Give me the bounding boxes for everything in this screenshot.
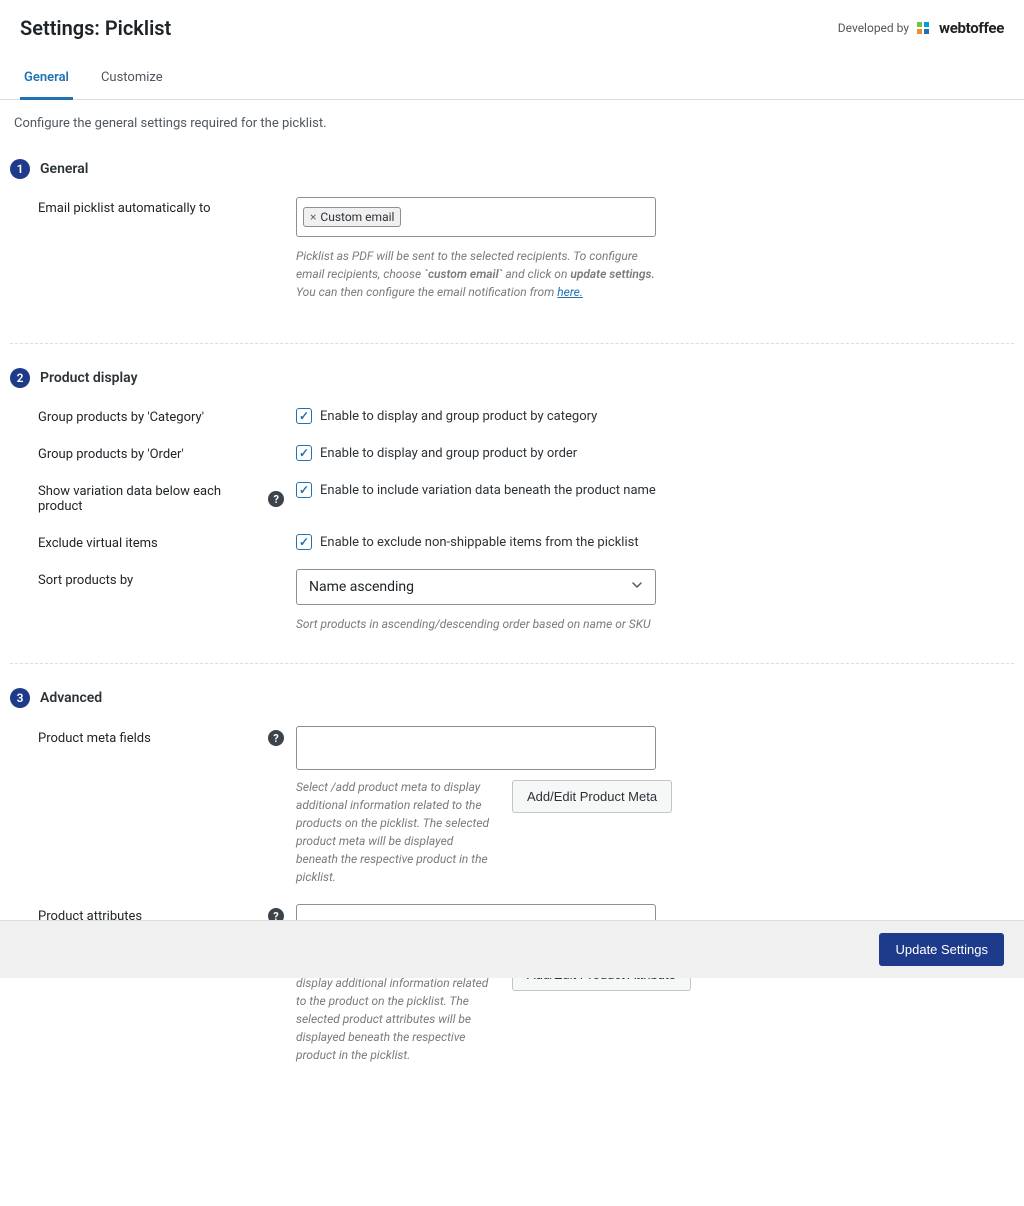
section-advanced: 3 Advanced Product meta fields ? Select … xyxy=(10,663,1014,1106)
select-value: Name ascending xyxy=(309,579,414,595)
label-sort-products: Sort products by xyxy=(38,569,296,588)
tab-customize[interactable]: Customize xyxy=(97,60,167,99)
sort-helper-text: Sort products in ascending/descending or… xyxy=(296,615,656,633)
label-variation-data: Show variation data below each product ? xyxy=(38,480,296,514)
section-badge-2: 2 xyxy=(10,368,30,388)
label-group-category: Group products by 'Category' xyxy=(38,406,296,425)
help-icon[interactable]: ? xyxy=(268,491,284,507)
checkbox-label-group-order: Enable to display and group product by o… xyxy=(320,446,577,461)
tab-bar: General Customize xyxy=(0,60,1024,100)
label-product-meta: Product meta fields ? xyxy=(38,726,296,746)
section-badge-1: 1 xyxy=(10,159,30,179)
webtoffee-logo xyxy=(915,20,931,36)
label-email-picklist: Email picklist automatically to xyxy=(38,197,296,216)
checkbox-variation[interactable] xyxy=(296,482,312,498)
product-meta-input[interactable] xyxy=(296,726,656,770)
footer-bar: Update Settings xyxy=(0,920,1024,978)
help-icon[interactable]: ? xyxy=(268,730,284,746)
label-exclude-virtual: Exclude virtual items xyxy=(38,532,296,551)
developed-by-text: Developed by xyxy=(838,21,909,35)
checkbox-group-order[interactable] xyxy=(296,445,312,461)
checkbox-exclude-virtual[interactable] xyxy=(296,534,312,550)
add-edit-product-meta-button[interactable]: Add/Edit Product Meta xyxy=(512,780,672,813)
checkbox-label-exclude-virtual: Enable to exclude non-shippable items fr… xyxy=(320,535,639,550)
email-chip-custom[interactable]: × Custom email xyxy=(303,207,401,227)
email-here-link[interactable]: here. xyxy=(557,285,583,299)
checkbox-group-category[interactable] xyxy=(296,408,312,424)
tab-general[interactable]: General xyxy=(20,60,73,100)
update-settings-button[interactable]: Update Settings xyxy=(879,933,1004,966)
section-title-product: Product display xyxy=(40,370,138,386)
section-title-general: General xyxy=(40,161,88,177)
checkbox-label-variation: Enable to include variation data beneath… xyxy=(320,483,656,498)
chip-label: Custom email xyxy=(320,210,394,224)
page-description: Configure the general settings required … xyxy=(10,116,1014,131)
checkbox-label-group-category: Enable to display and group product by c… xyxy=(320,409,597,424)
section-general: 1 General Email picklist automatically t… xyxy=(10,155,1014,343)
chevron-down-icon xyxy=(631,579,643,595)
meta-helper-text-visible: Select /add product meta to display addi… xyxy=(296,778,496,886)
section-badge-3: 3 xyxy=(10,688,30,708)
brand-attribution: Developed by webtoffee xyxy=(838,19,1004,37)
section-title-advanced: Advanced xyxy=(40,690,102,706)
label-group-order: Group products by 'Order' xyxy=(38,443,296,462)
email-recipients-input[interactable]: × Custom email xyxy=(296,197,656,237)
sort-products-select[interactable]: Name ascending xyxy=(296,569,656,605)
remove-chip-icon[interactable]: × xyxy=(310,210,316,224)
brand-name: webtoffee xyxy=(939,19,1004,37)
email-helper-text: Picklist as PDF will be sent to the sele… xyxy=(296,247,656,301)
section-product-display: 2 Product display Group products by 'Cat… xyxy=(10,343,1014,663)
page-title: Settings: Picklist xyxy=(20,16,171,40)
